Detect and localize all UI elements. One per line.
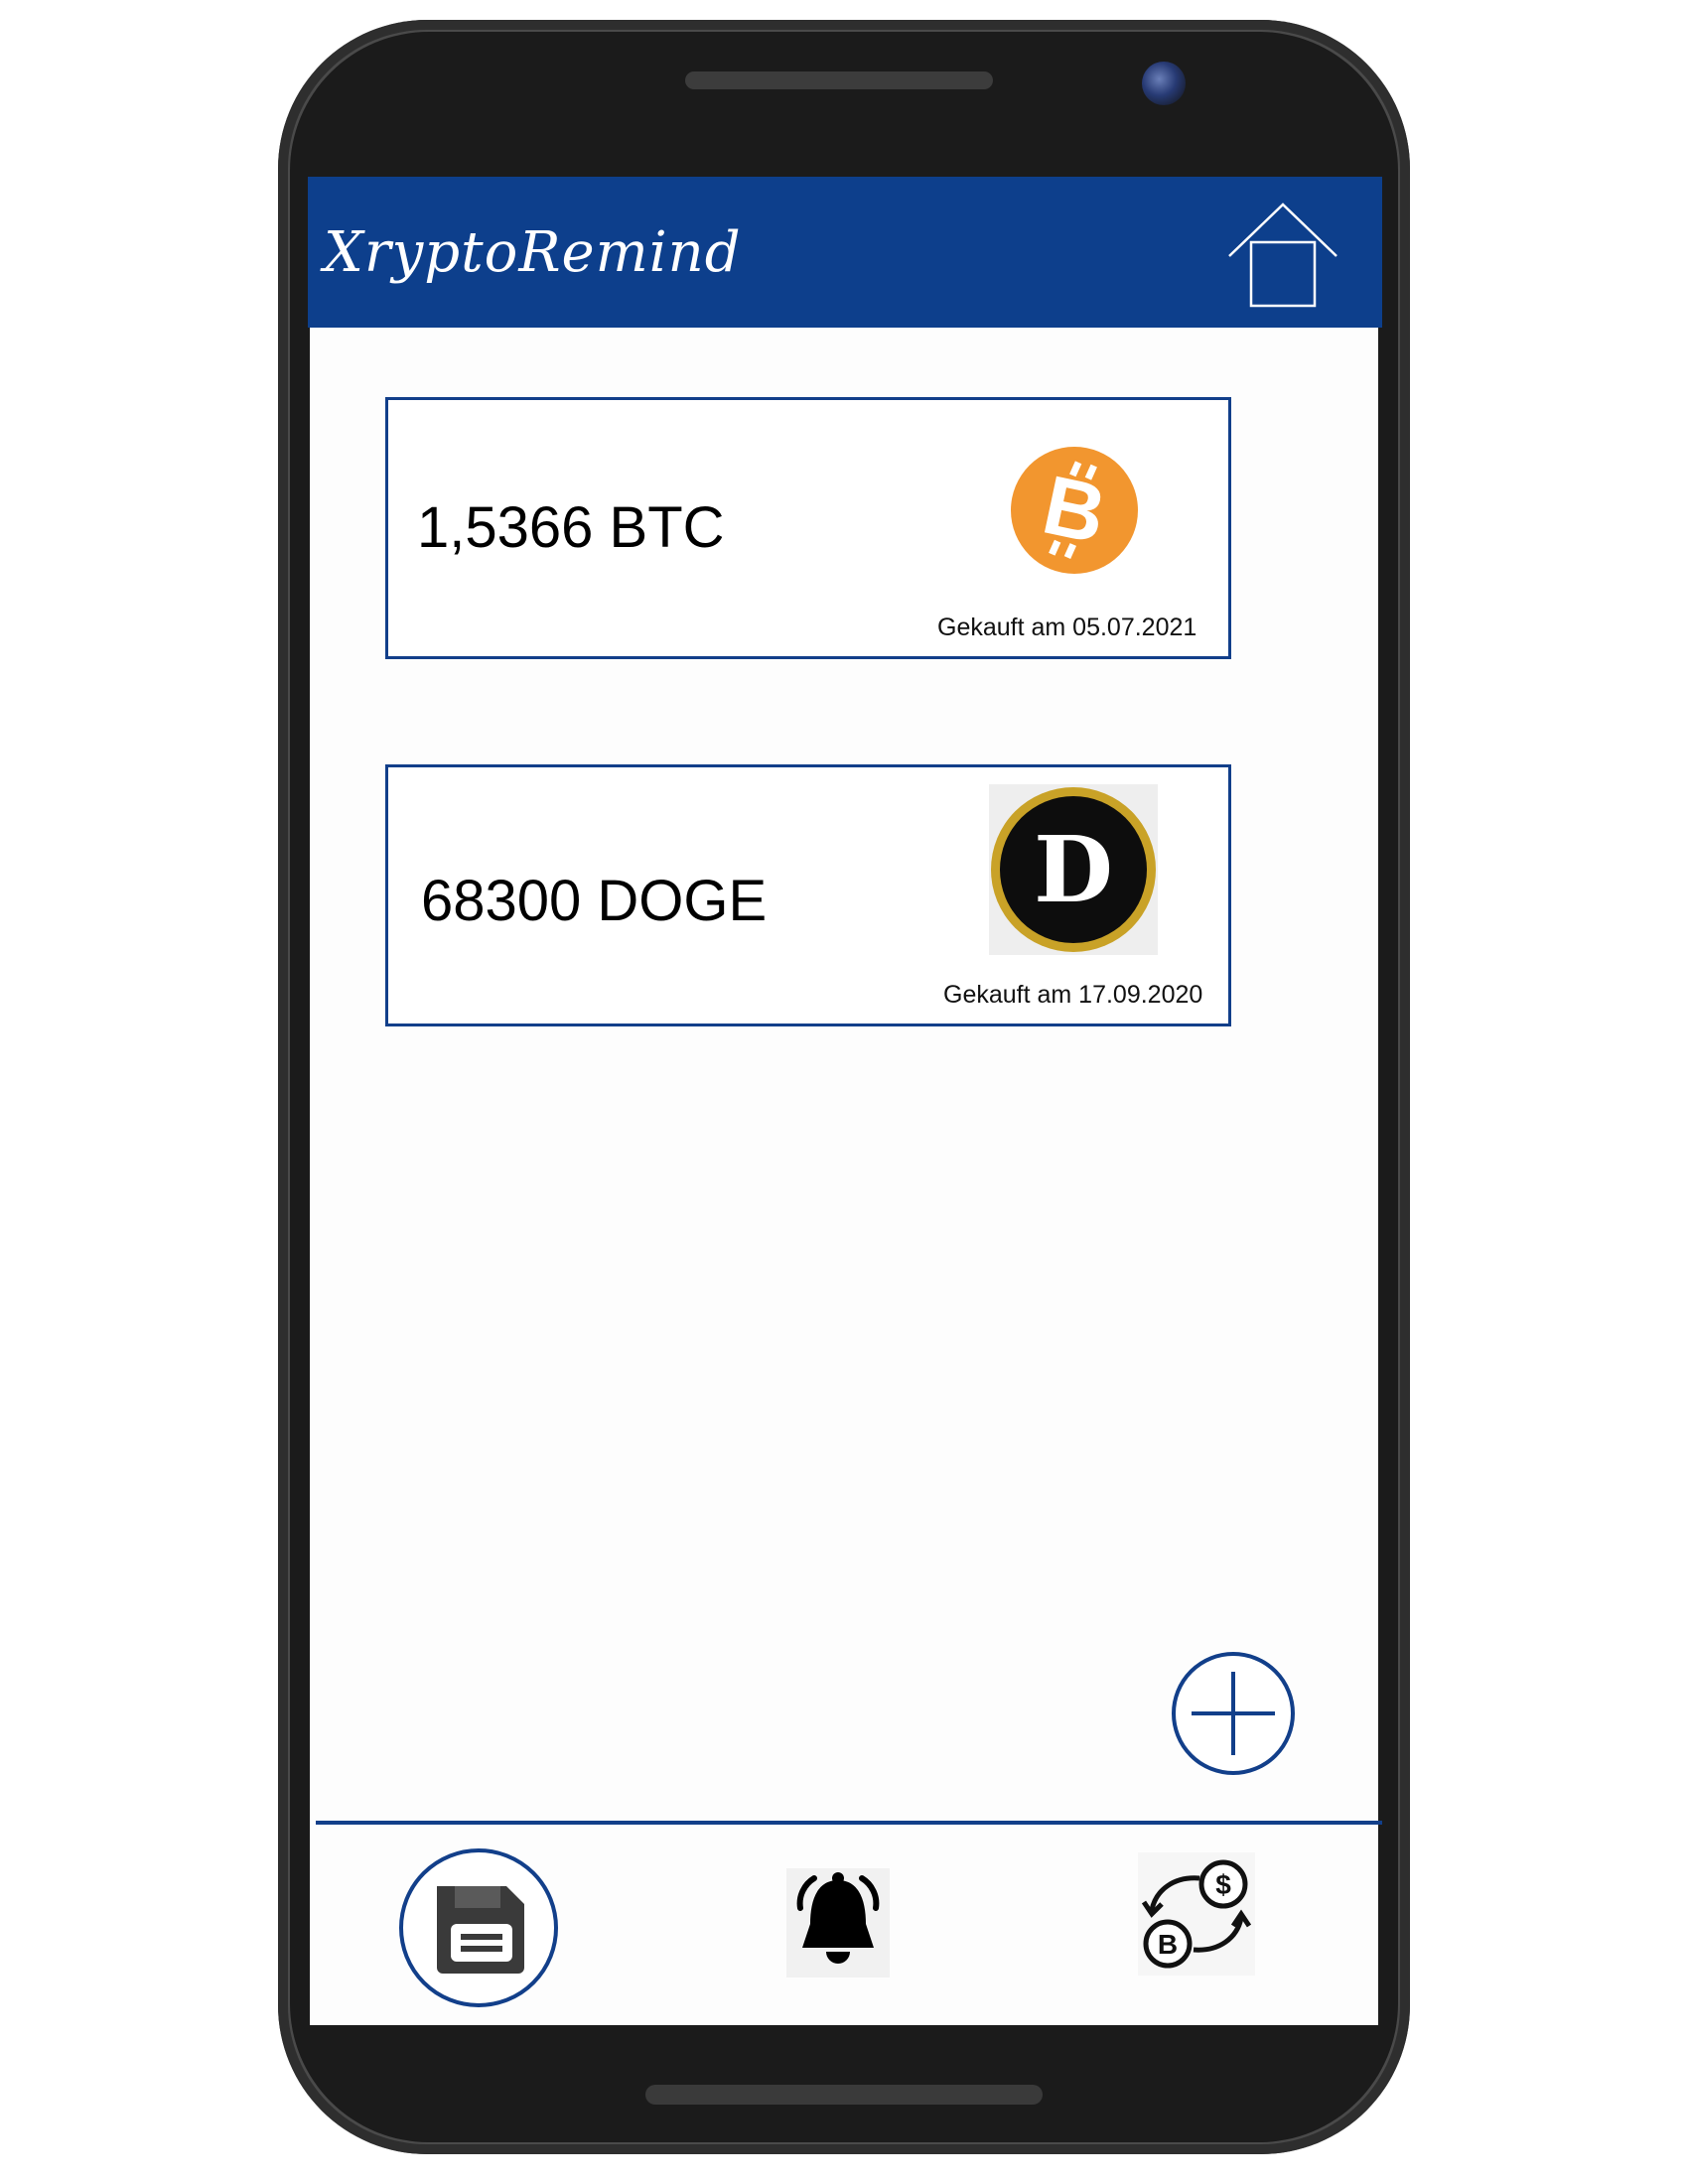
plus-icon [1192,1672,1275,1755]
nav-notifications-button[interactable] [786,1868,890,1978]
home-icon [1228,203,1337,308]
holding-amount: 68300 DOGE [421,869,768,933]
nav-exchange-button[interactable]: $ B [1138,1852,1255,1976]
crypto-exchange-icon: $ B [1141,1859,1252,1969]
purchase-date: Gekauft am 05.07.2021 [937,614,1197,641]
logo-part-2: Remind [518,220,742,285]
dogecoin-icon: D [989,784,1158,955]
svg-text:D: D [1034,816,1113,923]
logo-part-1: Xrypto [324,220,519,285]
earpiece-speaker [685,71,993,89]
svg-text:$: $ [1215,1869,1231,1900]
home-button[interactable] [1225,199,1340,310]
bottom-speaker [645,2085,1043,2105]
add-holding-button[interactable] [1172,1652,1295,1775]
save-disk-icon [437,1886,524,1974]
app-logo: XryptoRemind [324,220,742,285]
bottom-nav-divider [316,1821,1382,1825]
holding-amount: 1,5366 BTC [417,495,725,560]
svg-text:B: B [1158,1929,1178,1960]
bitcoin-icon: B [1009,445,1140,576]
bell-icon [796,1872,880,1964]
nav-save-button[interactable] [399,1848,558,2007]
front-camera [1142,62,1186,105]
purchase-date: Gekauft am 17.09.2020 [943,981,1203,1009]
